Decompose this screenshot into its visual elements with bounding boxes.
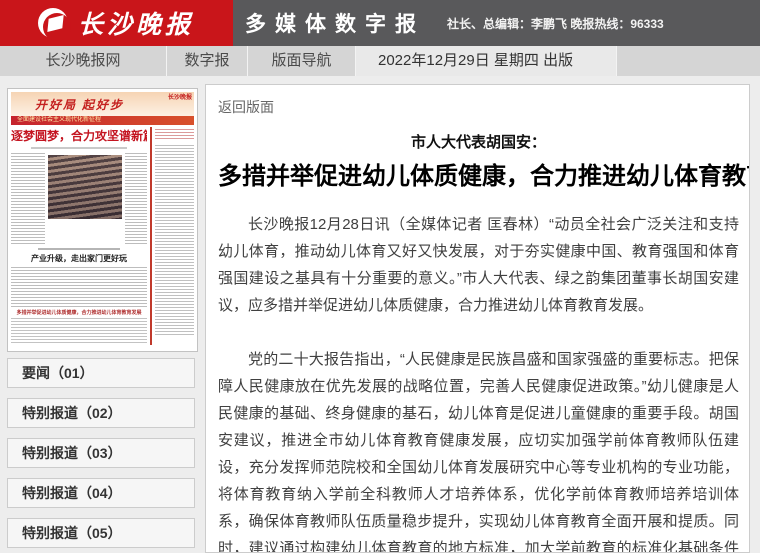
main-nav: 长沙晚报网 数字报 版面导航 2022年12月29日 星期四 出版 bbox=[0, 46, 760, 76]
article-subtitle: 市人大代表胡国安： bbox=[218, 131, 739, 152]
article-body: 长沙晚报12月28日讯（全媒体记者 匡春林）“动员全社会广泛关注和支持幼儿体育，… bbox=[218, 211, 739, 553]
thumbnail-right-red-text bbox=[155, 129, 194, 141]
top-header: 长沙晚报 多媒体数字报 社长、总编辑：李鹏飞 晚报热线：96333 bbox=[0, 0, 760, 46]
article-paragraph: 长沙晚报12月28日讯（全媒体记者 匡春林）“动员全社会广泛关注和支持幼儿体育，… bbox=[218, 211, 739, 319]
newspaper-logo[interactable]: 长沙晚报 bbox=[0, 0, 233, 46]
thumbnail-article-headline: 多措并举促进幼儿体质健康，合力推进幼儿体育教育发展 bbox=[11, 309, 147, 316]
thumbnail-paper-name: 长沙晚报 bbox=[168, 95, 192, 102]
page-list: 要闻（01） 特别报道（02） 特别报道（03） 特别报道（04） 特别报道（0… bbox=[7, 358, 195, 553]
publisher-info: 社长、总编辑：李鹏飞 晚报热线：96333 bbox=[447, 15, 664, 32]
thumbnail-meeting-photo bbox=[48, 155, 122, 219]
thumbnail-right-text-lines bbox=[155, 145, 194, 335]
publish-date: 2022年12月29日 星期四 出版 bbox=[356, 46, 617, 76]
thumbnail-headline-main: 逐梦圆梦，合力攻坚谱新篇 bbox=[11, 127, 147, 144]
article-panel: 返回版面 市人大代表胡国安： 多措并举促进幼儿体质健康，合力推进幼儿体育教育发展… bbox=[205, 84, 750, 553]
newspaper-logo-icon bbox=[38, 8, 68, 38]
newspaper-logo-text: 长沙晚报 bbox=[78, 5, 194, 41]
thumbnail-text-block bbox=[11, 318, 147, 344]
thumbnail-text-column bbox=[125, 153, 147, 245]
page-list-item-02[interactable]: 特别报道（02） bbox=[7, 398, 195, 428]
page-list-item-04[interactable]: 特别报道（04） bbox=[7, 478, 195, 508]
back-to-page-link[interactable]: 返回版面 bbox=[218, 97, 274, 117]
thumbnail-subhead-rule bbox=[31, 147, 126, 149]
front-page-thumbnail[interactable]: 开好局 起好步 长沙晚报 全面建设社会主义现代化新征程 逐梦圆梦，合力攻坚谱新篇… bbox=[7, 88, 198, 352]
page-list-item-01[interactable]: 要闻（01） bbox=[7, 358, 195, 388]
thumbnail-photo-row bbox=[11, 153, 147, 245]
nav-item-website[interactable]: 长沙晚报网 bbox=[0, 46, 167, 76]
thumbnail-page-body: 逐梦圆梦，合力攻坚谱新篇 产业升级，走出家门更好玩 多措并举促进幼儿体质健康，合… bbox=[11, 127, 194, 345]
article-title: 多措并举促进幼儿体质健康，合力推进幼儿体育教育发展 bbox=[218, 156, 739, 191]
thumbnail-calligraphy-slogan: 开好局 起好步 bbox=[11, 92, 194, 113]
site-title: 多媒体数字报 bbox=[245, 8, 425, 38]
thumbnail-right-column bbox=[150, 127, 194, 345]
thumbnail-text-block bbox=[11, 267, 147, 307]
thumbnail-masthead-band: 开好局 起好步 长沙晚报 bbox=[11, 92, 194, 116]
article-paragraph: 党的二十大报告指出，“人民健康是民族昌盛和国家强盛的重要标志。把保障人民健康放在… bbox=[218, 346, 739, 553]
nav-item-digital-paper[interactable]: 数字报 bbox=[167, 46, 248, 76]
thumbnail-main-column: 逐梦圆梦，合力攻坚谱新篇 产业升级，走出家门更好玩 多措并举促进幼儿体质健康，合… bbox=[11, 127, 147, 345]
page-list-item-03[interactable]: 特别报道（03） bbox=[7, 438, 195, 468]
thumbnail-headline-secondary: 产业升级，走出家门更好玩 bbox=[11, 253, 147, 264]
thumbnail-photo-caption-rule bbox=[38, 248, 120, 250]
nav-item-page-navigation[interactable]: 版面导航 bbox=[248, 46, 356, 76]
page-list-item-05[interactable]: 特别报道（05） bbox=[7, 518, 195, 548]
thumbnail-text-column bbox=[11, 153, 45, 245]
thumbnail-red-banner: 全面建设社会主义现代化新征程 bbox=[11, 116, 194, 125]
